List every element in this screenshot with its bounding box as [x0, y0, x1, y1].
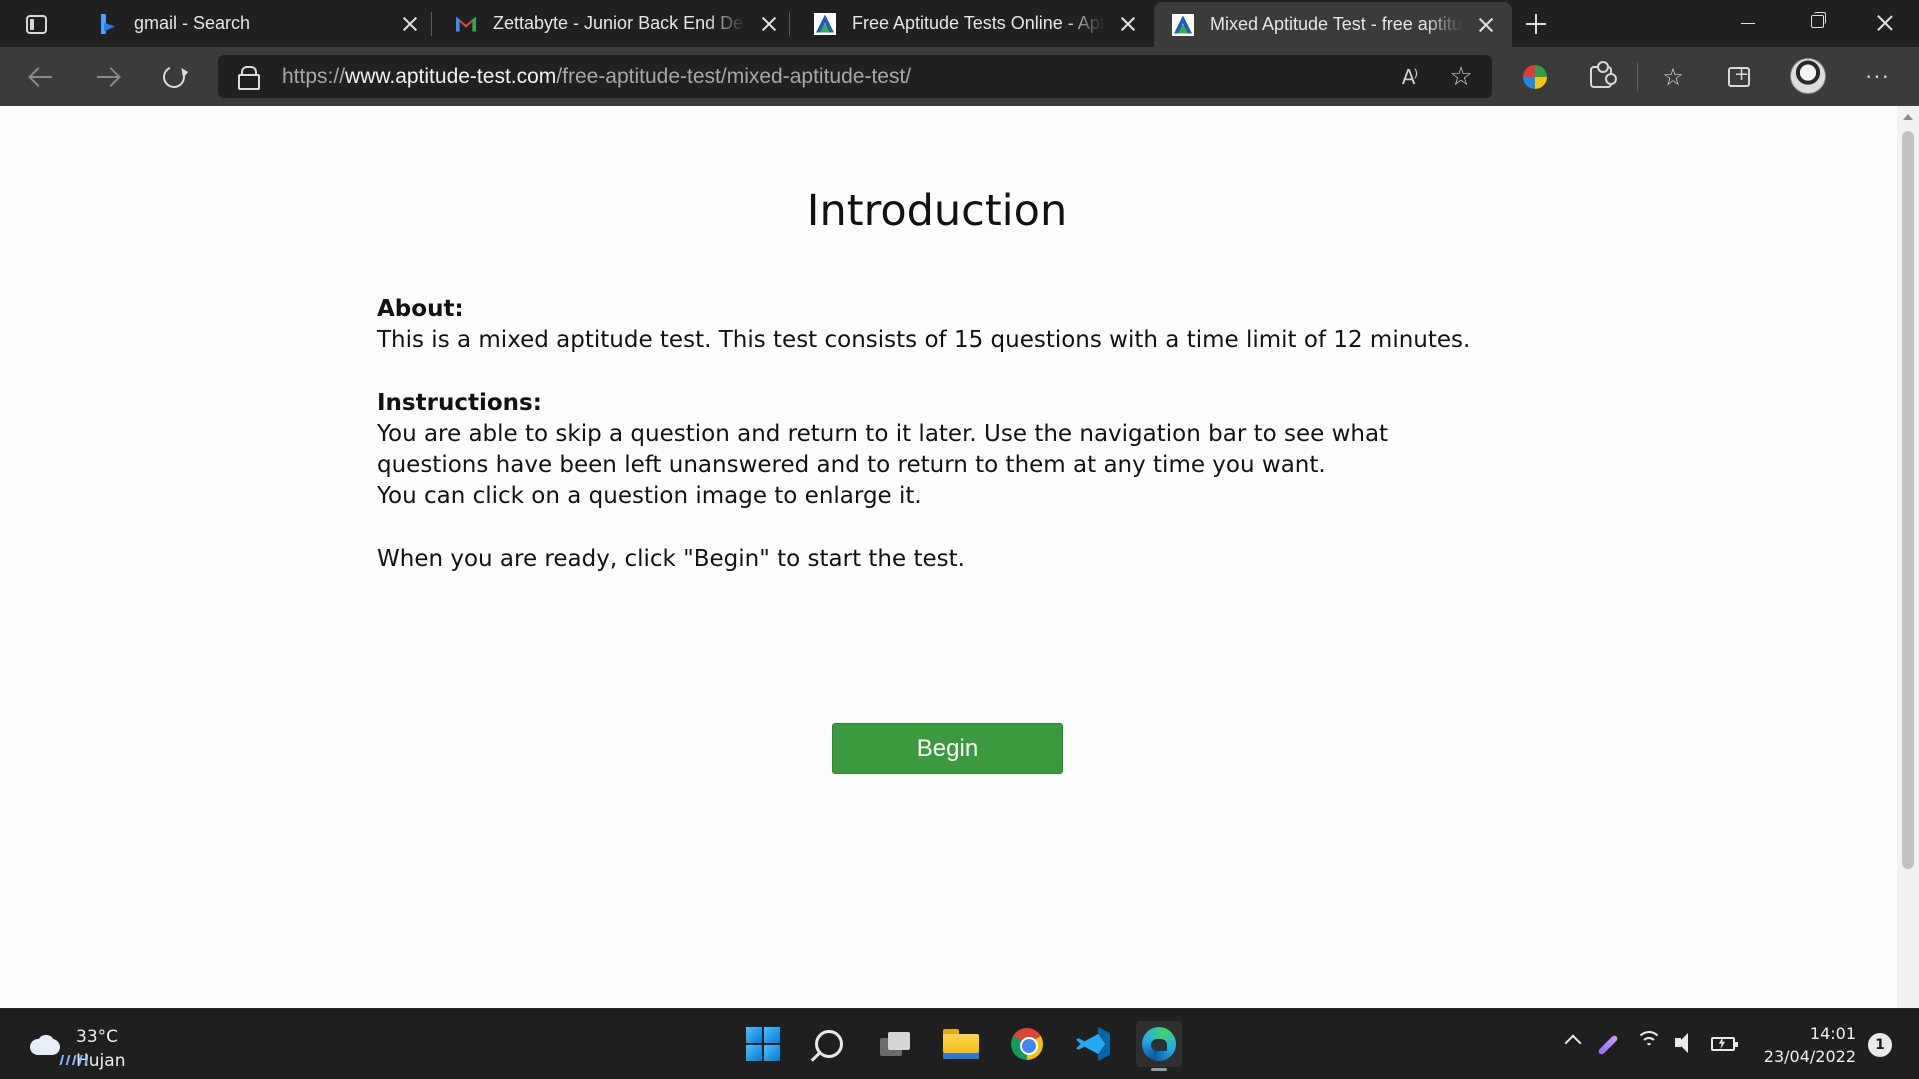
- tab-mixed-aptitude-test[interactable]: Mixed Aptitude Test - free aptitude test: [1154, 2, 1512, 47]
- read-aloud-icon[interactable]: A⁾: [1394, 62, 1424, 92]
- more-icon: ···: [1865, 65, 1891, 89]
- task-view-button[interactable]: [872, 1021, 918, 1067]
- favorites-button[interactable]: ☆: [1656, 60, 1690, 94]
- aptitude-test-icon: [1172, 13, 1194, 36]
- tab-title: gmail - Search: [134, 13, 251, 33]
- more-options-button[interactable]: ···: [1861, 60, 1895, 94]
- forward-button[interactable]: [89, 58, 127, 96]
- close-icon[interactable]: [757, 12, 781, 36]
- tab-title: Mixed Aptitude Test - free aptitude test: [1210, 14, 1462, 34]
- file-explorer-button[interactable]: [938, 1021, 984, 1067]
- bing-icon: [96, 13, 118, 35]
- search-icon: [815, 1030, 843, 1058]
- url-host: www.aptitude-test.com: [345, 65, 557, 88]
- profile-avatar[interactable]: [1790, 58, 1826, 94]
- task-view-icon: [880, 1032, 910, 1056]
- windows-icon: [746, 1027, 780, 1061]
- extensions-button[interactable]: [1584, 60, 1618, 94]
- tab-gmail-search[interactable]: gmail - Search: [78, 2, 436, 45]
- ready-text: When you are ready, click "Begin" to sta…: [377, 546, 965, 572]
- start-button[interactable]: [740, 1021, 786, 1067]
- collections-button[interactable]: [1722, 60, 1756, 94]
- aptitude-test-icon: [814, 12, 836, 35]
- begin-button[interactable]: Begin: [832, 723, 1063, 774]
- page-viewport: Introduction About: This is a mixed apti…: [0, 106, 1897, 1008]
- add-favorite-icon[interactable]: ☆: [1446, 62, 1476, 92]
- favorites-icon: ☆: [1662, 63, 1684, 91]
- wifi-icon[interactable]: [1636, 1031, 1662, 1053]
- url-text[interactable]: https://www.aptitude-test.com/free-aptit…: [282, 55, 911, 98]
- edge-button[interactable]: [1136, 1021, 1182, 1071]
- clock-date: 23/04/2022: [1763, 1047, 1856, 1066]
- restore-button[interactable]: [1782, 0, 1852, 46]
- scrollbar-thumb[interactable]: [1902, 131, 1914, 869]
- back-button[interactable]: [22, 58, 60, 96]
- instructions-section: Instructions: You are able to skip a que…: [377, 388, 1497, 512]
- notification-badge[interactable]: 1: [1868, 1033, 1892, 1057]
- back-arrow-icon: [28, 67, 54, 87]
- url-path: /free-aptitude-test/mixed-aptitude-test/: [556, 65, 912, 88]
- close-icon[interactable]: [1116, 12, 1140, 36]
- page-scrollbar[interactable]: [1897, 106, 1919, 1008]
- puzzle-icon: [1590, 61, 1617, 88]
- instructions-enlarge-text: You can click on a question image to enl…: [377, 483, 922, 509]
- minimize-button[interactable]: [1713, 0, 1783, 46]
- toolbar-separator: [1637, 63, 1638, 91]
- about-section: About: This is a mixed aptitude test. Th…: [377, 294, 1497, 356]
- tab-title: Free Aptitude Tests Online - Aptitude Te…: [852, 13, 1104, 33]
- running-indicator: [1151, 1068, 1167, 1071]
- tab-free-aptitude-tests[interactable]: Free Aptitude Tests Online - Aptitude Te…: [796, 2, 1154, 45]
- tab-title: Zettabyte - Junior Back End Developer: [493, 13, 745, 33]
- close-icon[interactable]: [1474, 13, 1498, 37]
- tab-separator: [789, 12, 790, 36]
- close-window-button[interactable]: [1850, 0, 1919, 46]
- volume-icon[interactable]: [1675, 1033, 1699, 1053]
- chrome-icon: [1011, 1028, 1043, 1060]
- refresh-icon: [159, 62, 189, 92]
- url-scheme: https://: [282, 65, 346, 88]
- forward-arrow-icon: [95, 67, 121, 87]
- tab-actions-button[interactable]: [18, 10, 54, 38]
- refresh-button[interactable]: [155, 58, 193, 96]
- collections-icon: [1728, 64, 1750, 87]
- about-text: This is a mixed aptitude test. This test…: [377, 327, 1471, 353]
- taskbar-apps: [0, 1009, 1919, 1079]
- tab-separator: [431, 12, 432, 36]
- about-heading: About:: [377, 296, 464, 322]
- extension-icon: [1523, 65, 1547, 89]
- vscode-button[interactable]: [1070, 1021, 1116, 1067]
- browser-toolbar: https://www.aptitude-test.com/free-aptit…: [0, 47, 1919, 106]
- scroll-up-arrow-icon[interactable]: [1903, 114, 1913, 120]
- edge-icon: [1142, 1027, 1176, 1061]
- tab-zettabyte[interactable]: Zettabyte - Junior Back End Developer: [437, 2, 795, 45]
- tab-strip: gmail - Search Zettabyte - Junior Back E…: [0, 0, 1919, 47]
- clock-time: 14:01: [1809, 1024, 1856, 1043]
- instructions-text: You are able to skip a question and retu…: [377, 421, 1389, 478]
- address-bar[interactable]: https://www.aptitude-test.com/free-aptit…: [218, 55, 1492, 98]
- tab-actions-icon: [25, 14, 47, 34]
- new-tab-button[interactable]: [1520, 8, 1552, 40]
- battery-icon[interactable]: [1711, 1037, 1738, 1051]
- search-button[interactable]: [806, 1021, 852, 1067]
- close-icon[interactable]: [398, 12, 422, 36]
- lock-icon[interactable]: [238, 66, 260, 90]
- instructions-heading: Instructions:: [377, 390, 542, 416]
- extension-button[interactable]: [1518, 60, 1552, 94]
- vscode-icon: [1076, 1027, 1110, 1061]
- taskbar: 33°C Hujan 14:01 23/04/2022 1: [0, 1008, 1919, 1079]
- chrome-button[interactable]: [1004, 1021, 1050, 1067]
- page-title: Introduction: [806, 186, 1068, 236]
- system-clock[interactable]: 14:01 23/04/2022: [1746, 1022, 1856, 1068]
- gmail-icon: [455, 13, 477, 35]
- folder-icon: [943, 1029, 979, 1059]
